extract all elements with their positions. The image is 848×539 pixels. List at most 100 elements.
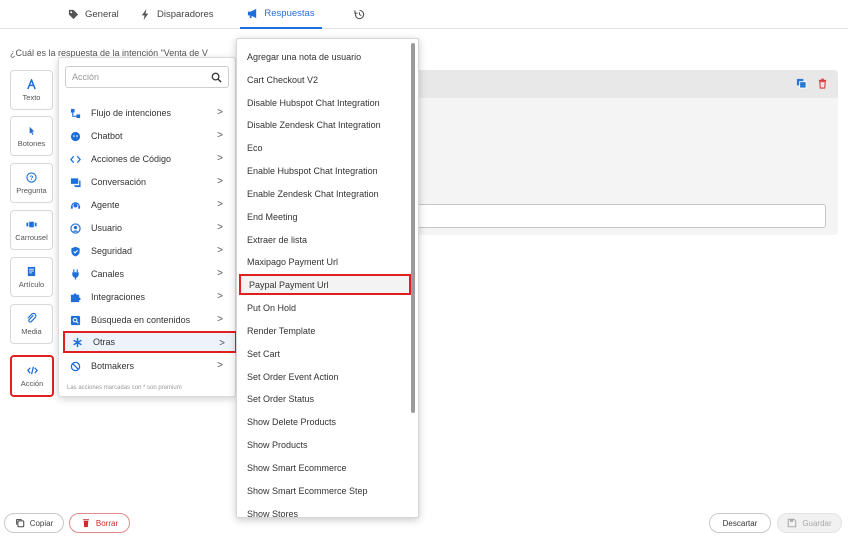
- chevron-right-icon: >: [217, 199, 223, 210]
- carousel-icon: [26, 221, 37, 227]
- chevron-right-icon: >: [217, 130, 223, 141]
- tab-respuestas[interactable]: Respuestas: [240, 0, 322, 29]
- submenu-item[interactable]: Eco: [239, 137, 411, 158]
- action-dropdown: Flujo de intenciones > Chatbot > Accione…: [58, 57, 237, 397]
- submenu-item-paypal-payment-url[interactable]: Paypal Payment Url: [239, 274, 411, 295]
- premium-note: Las acciones marcadas con * son premium: [67, 385, 182, 391]
- submenu-item[interactable]: Show Products: [239, 434, 411, 455]
- response-input[interactable]: [412, 204, 826, 228]
- copy-button[interactable]: Copiar: [4, 513, 64, 533]
- category-busqueda-en-contenidos[interactable]: Búsqueda en contenidos >: [63, 309, 233, 331]
- submenu-item[interactable]: Put On Hold: [239, 297, 411, 318]
- category-label: Botmakers: [91, 361, 135, 371]
- submenu-scrollbar[interactable]: [411, 43, 415, 413]
- search-content-icon: [70, 315, 80, 325]
- tool-botones[interactable]: Botones: [10, 116, 53, 156]
- category-canales[interactable]: Canales >: [63, 263, 233, 285]
- copy-icon: [15, 519, 24, 528]
- copy-label: Copiar: [29, 518, 54, 528]
- tool-media[interactable]: Media: [10, 304, 53, 344]
- pointer-icon: [29, 126, 35, 135]
- conversation-icon: [70, 177, 81, 187]
- tab-bar: General Disparadores Respuestas: [0, 0, 848, 29]
- category-acciones-de-codigo[interactable]: Acciones de Código >: [63, 148, 233, 170]
- submenu-item[interactable]: Disable Hubspot Chat Integration: [239, 92, 411, 113]
- tool-label: Pregunta: [16, 185, 47, 195]
- chevron-right-icon: >: [219, 338, 225, 349]
- bolt-icon: [141, 9, 149, 20]
- otras-submenu: Agregar una nota de usuario Cart Checkou…: [236, 38, 419, 518]
- submenu-item[interactable]: Set Cart: [239, 343, 411, 364]
- submenu-item[interactable]: Agregar una nota de usuario: [239, 46, 411, 67]
- submenu-item[interactable]: Show Delete Products: [239, 411, 411, 432]
- submenu-item[interactable]: Show Smart Ecommerce: [239, 457, 411, 478]
- category-flujo-de-intenciones[interactable]: Flujo de intenciones >: [63, 102, 233, 124]
- trash-icon: [82, 519, 89, 528]
- category-conversacion[interactable]: Conversación >: [63, 171, 233, 193]
- submenu-item[interactable]: Maxipago Payment Url: [239, 251, 411, 272]
- media-icon: [27, 312, 37, 323]
- tool-label: Media: [21, 326, 42, 336]
- tab-disparadores[interactable]: Disparadores: [140, 0, 214, 29]
- tool-carrousel[interactable]: Carrousel: [10, 210, 53, 250]
- svg-text:?: ?: [30, 174, 34, 181]
- delete-label: Borrar: [95, 518, 119, 528]
- asterisk-icon: [72, 337, 82, 347]
- tool-accion[interactable]: Acción: [10, 355, 54, 397]
- shield-icon: [70, 246, 80, 256]
- category-label: Acciones de Código: [91, 154, 172, 164]
- category-label: Seguridad: [91, 246, 133, 256]
- tool-texto[interactable]: Texto: [10, 70, 53, 110]
- category-seguridad[interactable]: Seguridad >: [63, 240, 233, 262]
- search-icon[interactable]: [211, 72, 222, 83]
- tool-articulo[interactable]: Artículo: [10, 257, 53, 297]
- discard-label: Descartar: [722, 518, 758, 528]
- category-otras[interactable]: Otras >: [63, 331, 237, 353]
- code-brackets-icon: [69, 155, 81, 163]
- tool-label: Carrousel: [15, 232, 48, 242]
- submenu-item[interactable]: Cart Checkout V2: [239, 69, 411, 90]
- submenu-item[interactable]: Enable Zendesk Chat Integration: [239, 183, 411, 204]
- submenu-item[interactable]: Set Order Status: [239, 388, 411, 409]
- duplicate-icon[interactable]: [796, 78, 807, 89]
- card-actions: [796, 78, 828, 89]
- chevron-right-icon: >: [217, 176, 223, 187]
- chevron-right-icon: >: [217, 107, 223, 118]
- delete-button[interactable]: Borrar: [69, 513, 130, 533]
- save-label: Guardar: [802, 518, 832, 528]
- response-card: [400, 70, 838, 235]
- category-label: Chatbot: [91, 131, 123, 141]
- category-agente[interactable]: Agente >: [63, 194, 233, 216]
- tool-pregunta[interactable]: ? Pregunta: [10, 163, 53, 203]
- tab-general[interactable]: General: [68, 0, 119, 29]
- tool-label: Artículo: [18, 279, 45, 289]
- category-botmakers[interactable]: Botmakers >: [63, 355, 233, 377]
- save-icon: [788, 518, 797, 528]
- submenu-item[interactable]: End Meeting: [239, 206, 411, 227]
- submenu-item[interactable]: Show Smart Ecommerce Step: [239, 480, 411, 501]
- chatbot-icon: [70, 131, 80, 141]
- history-icon: [354, 9, 365, 20]
- submenu-item[interactable]: Enable Hubspot Chat Integration: [239, 160, 411, 181]
- tag-icon: [68, 9, 79, 20]
- category-label: Búsqueda en contenidos: [91, 315, 191, 325]
- action-search-input[interactable]: [72, 68, 212, 86]
- chevron-right-icon: >: [217, 291, 223, 302]
- tab-history[interactable]: [354, 0, 365, 29]
- text-icon: [27, 78, 36, 89]
- response-card-header: [400, 70, 838, 98]
- chevron-right-icon: >: [217, 268, 223, 279]
- discard-button[interactable]: Descartar: [709, 513, 771, 533]
- category-chatbot[interactable]: Chatbot >: [63, 125, 233, 147]
- submenu-item[interactable]: Extraer de lista: [239, 229, 411, 250]
- category-label: Integraciones: [91, 292, 146, 302]
- submenu-item[interactable]: Render Template: [239, 320, 411, 341]
- submenu-item[interactable]: Set Order Event Action: [239, 366, 411, 387]
- category-integraciones[interactable]: Integraciones >: [63, 286, 233, 308]
- botmakers-icon: [70, 361, 80, 371]
- trash-icon[interactable]: [817, 78, 828, 89]
- save-button[interactable]: Guardar: [777, 513, 842, 533]
- submenu-item[interactable]: Show Stores: [239, 503, 411, 518]
- category-usuario[interactable]: Usuario >: [63, 217, 233, 239]
- submenu-item[interactable]: Disable Zendesk Chat Integration: [239, 114, 411, 135]
